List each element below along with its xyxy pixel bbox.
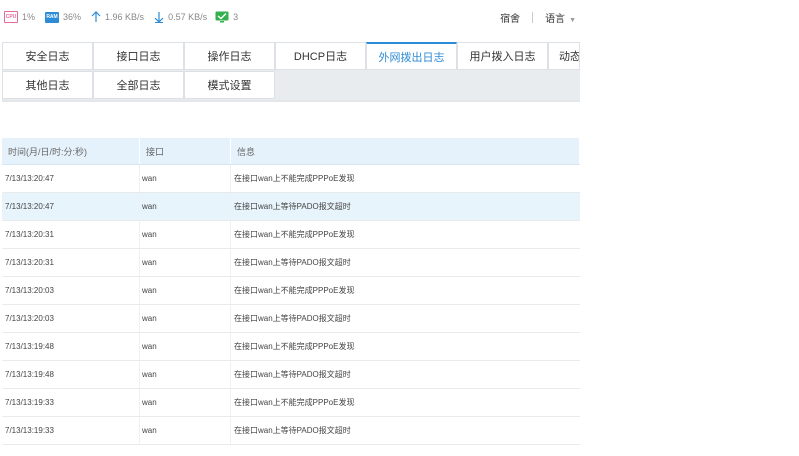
ram-icon: RAM <box>45 11 60 23</box>
table-row[interactable]: 7/13/13:20:47 wan 在接口wan上不能完成PPPoE发现 <box>2 165 580 193</box>
cell-info: 在接口wan上不能完成PPPoE发现 <box>234 174 355 183</box>
cell-interface: wan <box>140 389 231 416</box>
cell-info: 在接口wan上不能完成PPPoE发现 <box>234 342 355 351</box>
tab-all-log[interactable]: 全部日志 <box>93 71 184 99</box>
cell-info: 在接口wan上等待PADO报文超时 <box>234 202 351 211</box>
language-selector[interactable]: 语言 ▼ <box>545 10 576 25</box>
cell-interface: wan <box>140 361 231 388</box>
cell-info: 在接口wan上等待PADO报文超时 <box>234 314 351 323</box>
cell-time: 7/13/13:20:47 <box>2 165 140 192</box>
cell-interface: wan <box>140 249 231 276</box>
cpu-stat: CPU 1% <box>4 11 35 23</box>
cell-info: 在接口wan上不能完成PPPoE发现 <box>234 230 355 239</box>
tab-user-dialin-log[interactable]: 用户拨入日志 <box>457 42 548 70</box>
connections-stat: 3 <box>215 11 238 23</box>
chevron-down-icon: ▼ <box>569 17 576 24</box>
cell-info: 在接口wan上等待PADO报文超时 <box>234 370 351 379</box>
cell-time: 7/13/13:20:31 <box>2 249 140 276</box>
log-tabs: 安全日志 接口日志 操作日志 DHCP日志 外网拨出日志 用户拨入日志 动态 其… <box>2 42 580 102</box>
user-label[interactable]: 宿舍 <box>500 10 520 25</box>
status-bar: CPU 1% RAM 36% 1.96 KB/s 0.57 KB/s 3 宿舍 … <box>0 0 580 34</box>
cell-interface: wan <box>140 305 231 332</box>
cell-time: 7/13/13:19:48 <box>2 333 140 360</box>
tab-dhcp-log[interactable]: DHCP日志 <box>275 42 366 70</box>
cpu-value: 1% <box>22 12 36 22</box>
upload-stat: 1.96 KB/s <box>91 11 144 23</box>
table-row[interactable]: 7/13/13:20:03 wan 在接口wan上不能完成PPPoE发现 <box>2 277 580 305</box>
cell-info: 在接口wan上等待PADO报文超时 <box>234 426 351 435</box>
column-header-time: 时间(月/日/时:分:秒) <box>2 138 140 164</box>
cell-interface: wan <box>140 193 231 220</box>
cell-time: 7/13/13:20:47 <box>2 193 140 220</box>
table-row[interactable]: 7/13/13:19:33 wan 在接口wan上不能完成PPPoE发现 <box>2 389 580 417</box>
ram-stat: RAM 36% <box>45 11 82 23</box>
download-stat: 0.57 KB/s <box>154 11 207 23</box>
tab-operation-log[interactable]: 操作日志 <box>184 42 275 70</box>
ram-value: 36% <box>63 12 82 22</box>
column-header-interface: 接口 <box>140 138 231 164</box>
cell-interface: wan <box>140 165 231 192</box>
cell-time: 7/13/13:19:48 <box>2 361 140 388</box>
upload-arrow-icon <box>91 11 101 23</box>
table-row[interactable]: 7/13/13:20:47 wan 在接口wan上等待PADO报文超时 <box>2 193 580 221</box>
table-row[interactable]: 7/13/13:19:33 wan 在接口wan上等待PADO报文超时 <box>2 417 580 445</box>
table-row[interactable]: 7/13/13:20:31 wan 在接口wan上不能完成PPPoE发现 <box>2 221 580 249</box>
tab-security-log[interactable]: 安全日志 <box>2 42 93 70</box>
column-header-info: 信息 <box>231 138 580 164</box>
tab-interface-log[interactable]: 接口日志 <box>93 42 184 70</box>
table-row[interactable]: 7/13/13:20:31 wan 在接口wan上等待PADO报文超时 <box>2 249 580 277</box>
tab-dynamic[interactable]: 动态 <box>548 42 580 70</box>
table-header: 时间(月/日/时:分:秒) 接口 信息 <box>2 138 580 165</box>
divider <box>532 12 534 23</box>
cell-time: 7/13/13:19:33 <box>2 389 140 416</box>
table-body: 7/13/13:20:47 wan 在接口wan上不能完成PPPoE发现 7/13/1… <box>2 165 580 445</box>
cell-time: 7/13/13:19:33 <box>2 417 140 444</box>
table-row[interactable]: 7/13/13:20:03 wan 在接口wan上等待PADO报文超时 <box>2 305 580 333</box>
upload-speed: 1.96 KB/s <box>105 12 145 22</box>
cell-info: 在接口wan上不能完成PPPoE发现 <box>234 286 355 295</box>
cell-time: 7/13/13:20:03 <box>2 305 140 332</box>
cell-interface: wan <box>140 221 231 248</box>
cell-interface: wan <box>140 333 231 360</box>
cell-info: 在接口wan上不能完成PPPoE发现 <box>234 398 355 407</box>
connections-icon <box>215 11 229 23</box>
table-row[interactable]: 7/13/13:19:48 wan 在接口wan上不能完成PPPoE发现 <box>2 333 580 361</box>
cell-interface: wan <box>140 417 231 444</box>
tab-other-log[interactable]: 其他日志 <box>2 71 93 99</box>
cell-interface: wan <box>140 277 231 304</box>
toolbar-area <box>2 102 580 138</box>
tab-mode-settings[interactable]: 模式设置 <box>184 71 275 99</box>
cell-time: 7/13/13:20:31 <box>2 221 140 248</box>
cell-info: 在接口wan上等待PADO报文超时 <box>234 258 351 267</box>
header-links: 宿舍 语言 ▼ <box>500 10 576 25</box>
tab-wan-dialout-log[interactable]: 外网拨出日志 <box>366 42 457 70</box>
cpu-icon: CPU <box>4 11 18 23</box>
language-label: 语言 <box>545 14 566 25</box>
connections-count: 3 <box>233 12 239 22</box>
download-arrow-icon <box>154 11 164 23</box>
table-row[interactable]: 7/13/13:19:48 wan 在接口wan上等待PADO报文超时 <box>2 361 580 389</box>
download-speed: 0.57 KB/s <box>168 12 208 22</box>
log-table: 时间(月/日/时:分:秒) 接口 信息 7/13/13:20:47 wan 在接口w… <box>2 138 580 445</box>
cell-time: 7/13/13:20:03 <box>2 277 140 304</box>
